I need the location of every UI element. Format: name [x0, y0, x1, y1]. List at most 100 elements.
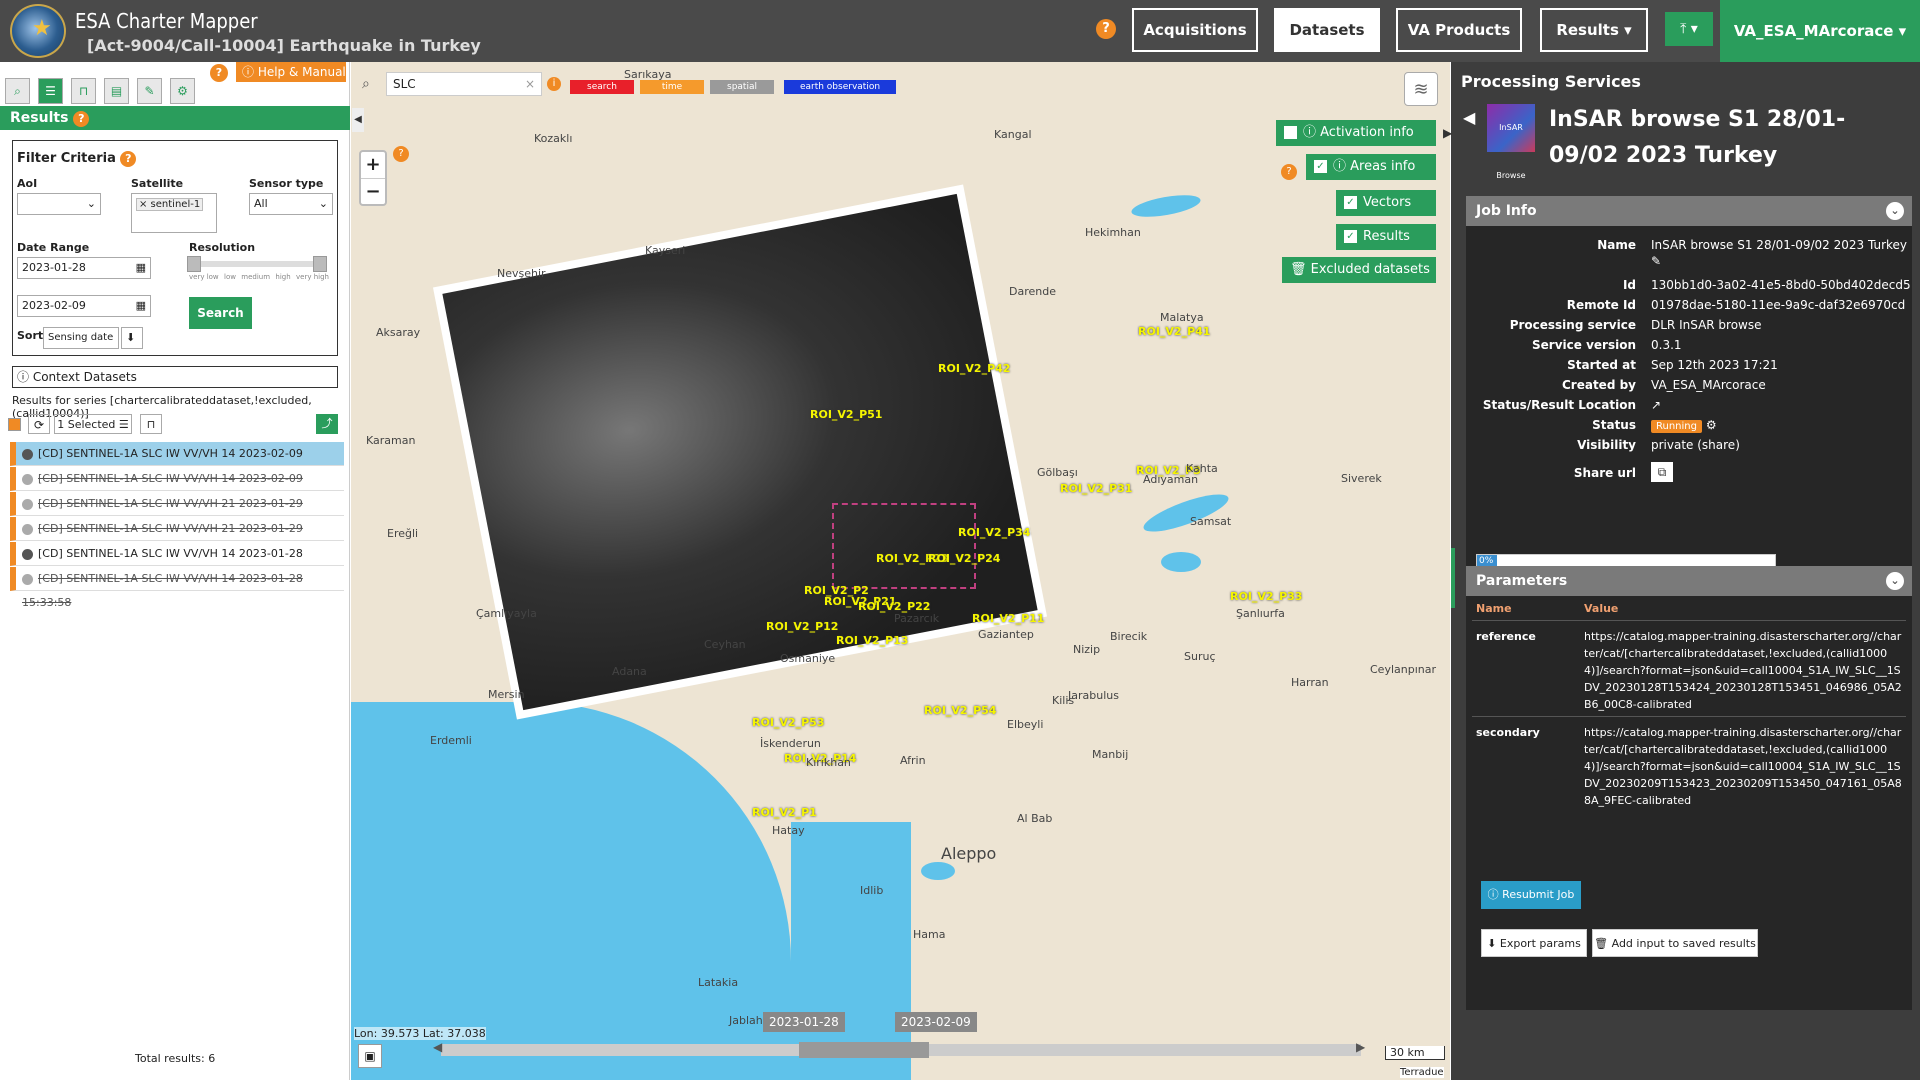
timeline-prev-icon[interactable]: ◀ — [433, 1040, 442, 1054]
external-link-icon[interactable]: ↗ — [1651, 398, 1661, 412]
help-icon[interactable]: ? — [1096, 19, 1116, 39]
list-item[interactable]: [CD] SENTINEL-1A SLC IW VV/VH 14 2023-02… — [10, 467, 344, 509]
share-icon[interactable]: ⤴ — [316, 414, 338, 434]
list-item[interactable]: [CD] SENTINEL-1A SLC IW VV/VH 14 2023-01… — [10, 542, 344, 584]
vectors-toggle[interactable]: ✓ Vectors — [1336, 190, 1436, 216]
activation-info-toggle[interactable]: ⓘ Activation info — [1276, 120, 1436, 146]
help-icon[interactable]: ? — [210, 64, 228, 82]
refresh-icon[interactable]: ⟳ — [28, 414, 50, 434]
context-datasets-header[interactable]: ⓘ Context Datasets — [12, 366, 338, 388]
layers-icon[interactable]: ≋ — [1404, 72, 1438, 106]
zoom-out-button[interactable]: − — [361, 178, 385, 204]
map-attribution[interactable]: Terradue — [1400, 1067, 1444, 1078]
slider-handle-low[interactable] — [187, 256, 201, 272]
timeline-next-icon[interactable]: ▶ — [1356, 1040, 1365, 1054]
sensor-type-label: Sensor type — [249, 177, 324, 190]
job-title: InSAR browse S1 28/01-09/02 2023 Turkey — [1549, 107, 1846, 168]
search-button[interactable]: Search — [189, 297, 252, 329]
timeline-date-end[interactable]: 2023-02-09 — [895, 1012, 977, 1032]
help-icon[interactable]: ? — [393, 146, 409, 162]
help-manual-button[interactable]: ⓘ Help & Manual — [236, 62, 346, 82]
settings-tool-icon[interactable]: ⚙ — [170, 78, 195, 104]
town-label: Karaman — [366, 434, 416, 447]
slider-handle-high[interactable] — [313, 256, 327, 272]
started-at-value: Sep 12th 2023 17:21 — [1651, 358, 1778, 372]
calendar-icon[interactable]: ▦ — [136, 258, 146, 278]
esa-charter-logo[interactable]: ★ — [10, 4, 66, 58]
timeline-toggle-icon[interactable]: ▣ — [358, 1044, 382, 1068]
satellite-select[interactable]: × sentinel-1 — [131, 193, 217, 233]
list-item[interactable]: [CD] SENTINEL-1A SLC IW VV/VH 21 2023-01… — [10, 517, 344, 559]
parameters-header[interactable]: Parameters ⌄ — [1466, 566, 1912, 596]
sort-direction-icon[interactable]: ⬇ — [121, 327, 143, 349]
list-item[interactable]: [CD] SENTINEL-1A SLC IW VV/VH 14 2023-01… — [10, 567, 344, 609]
basket-add-icon[interactable]: ⊓ — [140, 414, 162, 434]
gear-icon[interactable]: ⚙ — [1706, 418, 1717, 432]
calendar-icon[interactable]: ▦ — [136, 296, 146, 316]
chevron-down-icon[interactable]: ⌄ — [1886, 202, 1904, 220]
town-label: Siverek — [1341, 472, 1382, 485]
town-label: Kozaklı — [534, 132, 573, 145]
filter-chip-time[interactable]: time — [640, 80, 704, 94]
search-tool-icon[interactable]: ⌕ — [5, 78, 30, 104]
search-icon[interactable]: ⌕ — [362, 76, 370, 92]
list-item[interactable]: [CD] SENTINEL-1A SLC IW VV/VH 14 2023-02… — [10, 442, 344, 484]
edit-icon[interactable]: ✎ — [1651, 254, 1661, 268]
zoom-in-button[interactable]: + — [361, 152, 385, 178]
sensor-type-select[interactable]: All ⌄ — [249, 193, 333, 215]
pencil-tool-icon[interactable]: ✎ — [137, 78, 162, 104]
field-label: Id — [1622, 278, 1636, 292]
filter-chip-spatial[interactable]: spatial — [710, 80, 774, 94]
visibility-value[interactable]: private (share) — [1651, 438, 1740, 452]
excluded-datasets-toggle[interactable]: 🗑 Excluded datasets — [1282, 257, 1436, 283]
date-to-input[interactable]: 2023-02-09 ▦ — [17, 295, 151, 317]
select-all-checkbox[interactable] — [8, 418, 21, 431]
filter-chip-earth-observation[interactable]: earth observation — [784, 80, 896, 94]
list-tool-icon[interactable]: ☰ — [38, 78, 63, 104]
help-icon[interactable]: ? — [1281, 164, 1297, 180]
archive-tool-icon[interactable]: ▤ — [104, 78, 129, 104]
info-icon[interactable]: i — [547, 77, 561, 91]
nav-datasets[interactable]: Datasets — [1274, 8, 1380, 52]
resolution-label: Resolution — [189, 241, 256, 254]
list-item[interactable]: [CD] SENTINEL-1A SLC IW VV/VH 21 2023-01… — [10, 492, 344, 534]
job-info-header[interactable]: Job Info ⌄ — [1466, 196, 1912, 226]
sort-select[interactable]: Sensing date — [43, 327, 119, 349]
results-toggle[interactable]: ✓ Results — [1336, 224, 1436, 250]
chevron-down-icon[interactable]: ⌄ — [1886, 572, 1904, 590]
map-search-input[interactable]: SLC × — [386, 72, 542, 96]
date-from-input[interactable]: 2023-01-28 ▦ — [17, 257, 151, 279]
resubmit-job-button[interactable]: ⓘ Resubmit Job — [1481, 881, 1581, 909]
nav-acquisitions[interactable]: Acquisitions — [1132, 8, 1258, 52]
copy-icon[interactable]: ⧉ — [1651, 462, 1673, 482]
timeline[interactable]: 2023-01-28 2023-02-09 ▶ ◀ — [351, 1012, 1450, 1080]
areas-info-toggle[interactable]: ✓ ⓘ Areas info — [1306, 154, 1436, 180]
back-icon[interactable]: ◀ — [1463, 108, 1475, 127]
collapse-right-icon[interactable]: ▶ — [1443, 126, 1452, 140]
filter-chip-search[interactable]: search — [570, 80, 634, 94]
add-to-saved-results-button[interactable]: 🗑 Add input to saved results — [1592, 929, 1758, 957]
field-label: Processing service — [1509, 318, 1636, 332]
timeline-date-start[interactable]: 2023-01-28 — [763, 1012, 845, 1032]
export-params-button[interactable]: ⬇ Export params — [1481, 929, 1587, 957]
clear-icon[interactable]: × — [525, 73, 535, 95]
checkbox-icon[interactable]: ✓ — [1314, 160, 1327, 173]
nav-va-products[interactable]: VA Products — [1396, 8, 1522, 52]
timeline-selection[interactable] — [799, 1042, 929, 1058]
basket-tool-icon[interactable]: ⊓ — [71, 78, 96, 104]
checkbox-icon[interactable] — [1284, 126, 1297, 139]
aoi-select[interactable]: ⌄ — [17, 193, 101, 215]
resolution-slider[interactable] — [187, 256, 327, 272]
selected-dropdown[interactable]: 1 Selected ☰ — [54, 414, 132, 434]
help-icon[interactable]: ? — [120, 151, 137, 167]
satellite-tag[interactable]: × sentinel-1 — [136, 198, 204, 211]
param-value: https://catalog.mapper-training.disaster… — [1584, 726, 1902, 807]
checkbox-icon[interactable]: ✓ — [1344, 196, 1357, 209]
help-icon[interactable]: ? — [73, 111, 90, 127]
upload-button[interactable]: ⤒ ▾ — [1665, 12, 1713, 46]
nav-results[interactable]: Results ▾ — [1540, 8, 1648, 52]
app-title: ESA Charter Mapper — [75, 9, 258, 33]
checkbox-icon[interactable]: ✓ — [1344, 230, 1357, 243]
collapse-left-icon[interactable]: ◀ — [352, 108, 364, 132]
user-menu[interactable]: VA_ESA_MArcorace ▾ — [1720, 0, 1920, 62]
